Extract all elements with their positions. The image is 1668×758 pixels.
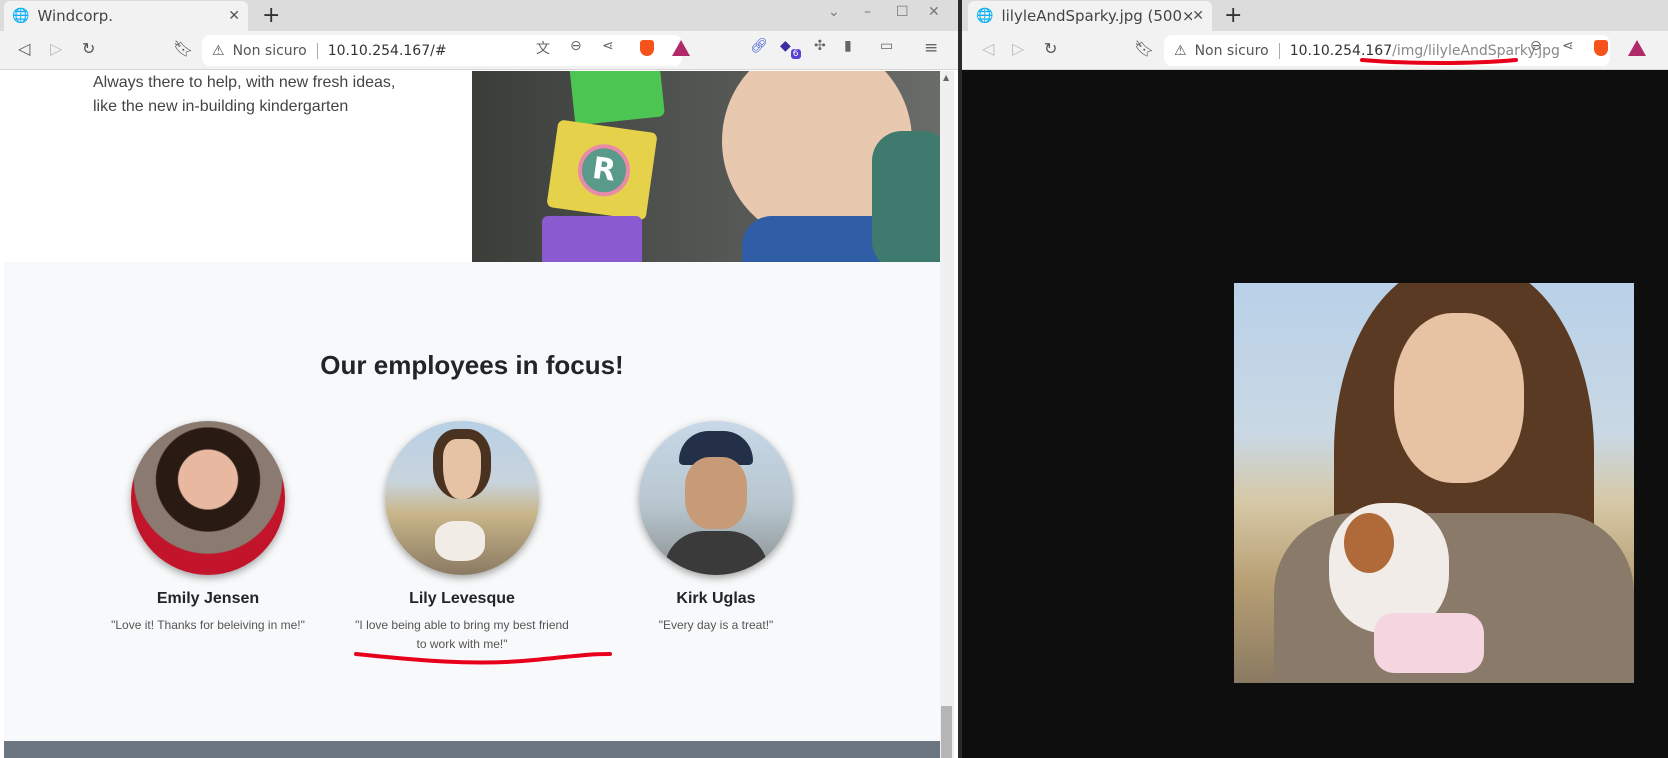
section-heading: Our employees in focus! xyxy=(320,350,624,380)
block-letter: R xyxy=(574,140,634,200)
maximize-icon[interactable]: ☐ xyxy=(896,4,909,20)
employee-name: Emily Jensen xyxy=(156,590,260,607)
back-icon[interactable]: ◁ xyxy=(18,39,30,58)
yellow-block: R xyxy=(546,119,658,221)
reload-icon[interactable]: ↻ xyxy=(82,39,95,58)
zoom-icon[interactable]: ⊖ xyxy=(1530,38,1542,54)
footer-band xyxy=(4,741,940,758)
scroll-up-icon[interactable]: ▲ xyxy=(943,73,949,82)
green-block xyxy=(569,71,665,126)
new-tab-button[interactable]: + xyxy=(262,3,280,28)
forward-icon[interactable]: ▷ xyxy=(50,39,62,58)
reload-icon[interactable]: ↻ xyxy=(1044,39,1057,58)
extension-stack-icon[interactable]: ◆ 6 xyxy=(780,38,801,59)
employee-card-lily: Lily Levesque "I love being able to brin… xyxy=(332,421,592,654)
sidebar-icon[interactable]: ▮ xyxy=(844,38,852,54)
scrollbar-thumb[interactable] xyxy=(941,706,952,758)
warning-icon: ⚠ xyxy=(212,42,225,59)
kirk-face xyxy=(685,457,747,529)
dog-shape xyxy=(435,521,485,561)
bookmark-icon[interactable]: 🔖︎ xyxy=(173,39,193,58)
kindergarten-photo: R xyxy=(472,71,940,262)
back-icon[interactable]: ◁ xyxy=(982,39,994,58)
dog-ear xyxy=(1344,513,1394,573)
puzzle-icon[interactable]: ✣ xyxy=(814,38,826,54)
minimize-icon[interactable]: – xyxy=(864,4,871,20)
share-icon[interactable]: ⋖ xyxy=(1562,38,1574,54)
tab-image[interactable]: 🌐 lilyleAndSparky.jpg (500×5 ✕ xyxy=(968,1,1212,31)
page-content: Always there to help, with new fresh ide… xyxy=(4,71,940,758)
brave-shields-icon[interactable] xyxy=(1594,40,1608,56)
avatar-emily xyxy=(131,421,285,575)
globe-icon: 🌐 xyxy=(976,8,994,24)
face xyxy=(1394,313,1524,483)
brave-shields-icon[interactable] xyxy=(640,40,654,56)
tab-title: Windcorp. xyxy=(37,7,114,25)
red-annotation-underline xyxy=(354,652,612,665)
tab-title: lilyleAndSparky.jpg (500×5 xyxy=(1001,7,1193,25)
extension-badge: 6 xyxy=(790,49,801,59)
dog-harness xyxy=(1374,613,1484,673)
translate-icon[interactable]: 文 xyxy=(536,38,550,58)
security-label: Non sicuro xyxy=(232,42,307,59)
url-separator xyxy=(316,42,318,59)
security-label: Non sicuro xyxy=(1194,42,1269,59)
zoom-icon[interactable]: ⊖ xyxy=(570,38,582,54)
tab-bar-right: 🌐 lilyleAndSparky.jpg (500×5 ✕ + xyxy=(962,0,1668,31)
wallet-icon[interactable]: ▭ xyxy=(880,38,893,54)
new-tab-button[interactable]: + xyxy=(1224,3,1242,28)
url-separator xyxy=(1278,42,1280,59)
kirk-shirt xyxy=(664,531,768,575)
purple-block xyxy=(542,216,642,262)
employee-name: Lily Levesque xyxy=(409,590,515,607)
close-tab-icon[interactable]: ✕ xyxy=(228,8,240,24)
tab-windcorp[interactable]: 🌐 Windcorp. ✕ xyxy=(4,1,248,31)
scrollbar[interactable] xyxy=(940,71,954,758)
link-icon[interactable]: 🔗︎ xyxy=(750,38,768,54)
employee-quote: "Love it! Thanks for beleiving in me!" xyxy=(111,618,305,632)
child-hood xyxy=(872,131,940,262)
avatar-lily xyxy=(385,421,539,575)
toolbar: ◁ ▷ ↻ 🔖︎ ⚠ Non sicuro 10.10.254.167/# 文 … xyxy=(0,31,958,70)
tagline: Always there to help, with new fresh ide… xyxy=(93,71,413,119)
share-icon[interactable]: ⋖ xyxy=(602,38,614,54)
employee-quote: "Every day is a treat!" xyxy=(658,618,774,632)
forward-icon[interactable]: ▷ xyxy=(1012,39,1024,58)
brave-rewards-icon[interactable] xyxy=(1628,40,1646,56)
about-section: Always there to help, with new fresh ide… xyxy=(4,71,940,262)
tagline-line-1: Always there to help, with new fresh ide… xyxy=(93,74,396,91)
brave-rewards-icon[interactable] xyxy=(672,40,690,56)
employee-card-emily: Emily Jensen "Love it! Thanks for beleiv… xyxy=(78,421,338,635)
close-window-icon[interactable]: ✕ xyxy=(928,4,940,20)
tab-list-chevron-icon[interactable]: ⌄ xyxy=(828,4,840,20)
globe-icon: 🌐 xyxy=(12,8,30,24)
avatar-kirk xyxy=(639,421,793,575)
bookmark-icon[interactable]: 🔖︎ xyxy=(1134,39,1154,58)
tagline-line-2: like the new in-building kindergarten xyxy=(93,98,349,115)
employee-name: Kirk Uglas xyxy=(676,590,756,607)
browser-window-left: 🌐 Windcorp. ✕ + ⌄ – ☐ ✕ ◁ ▷ ↻ 🔖︎ ⚠ Non s… xyxy=(0,0,958,758)
lily-and-sparky-image xyxy=(1234,283,1634,683)
red-annotation-url-underline xyxy=(1360,58,1518,65)
url-text: 10.10.254.167/# xyxy=(327,42,447,59)
tab-bar: 🌐 Windcorp. ✕ + ⌄ – ☐ ✕ xyxy=(0,0,958,31)
lily-face xyxy=(433,429,491,499)
close-tab-icon[interactable]: ✕ xyxy=(1192,8,1204,24)
menu-icon[interactable]: ≡ xyxy=(924,38,938,58)
warning-icon: ⚠ xyxy=(1174,42,1187,59)
toolbar-right: ◁ ▷ ↻ 🔖︎ ⚠ Non sicuro 10.10.254.167/img/… xyxy=(962,31,1668,70)
browser-window-right: 🌐 lilyleAndSparky.jpg (500×5 ✕ + ◁ ▷ ↻ 🔖… xyxy=(962,0,1668,758)
employee-card-kirk: Kirk Uglas "Every day is a treat!" xyxy=(586,421,846,635)
